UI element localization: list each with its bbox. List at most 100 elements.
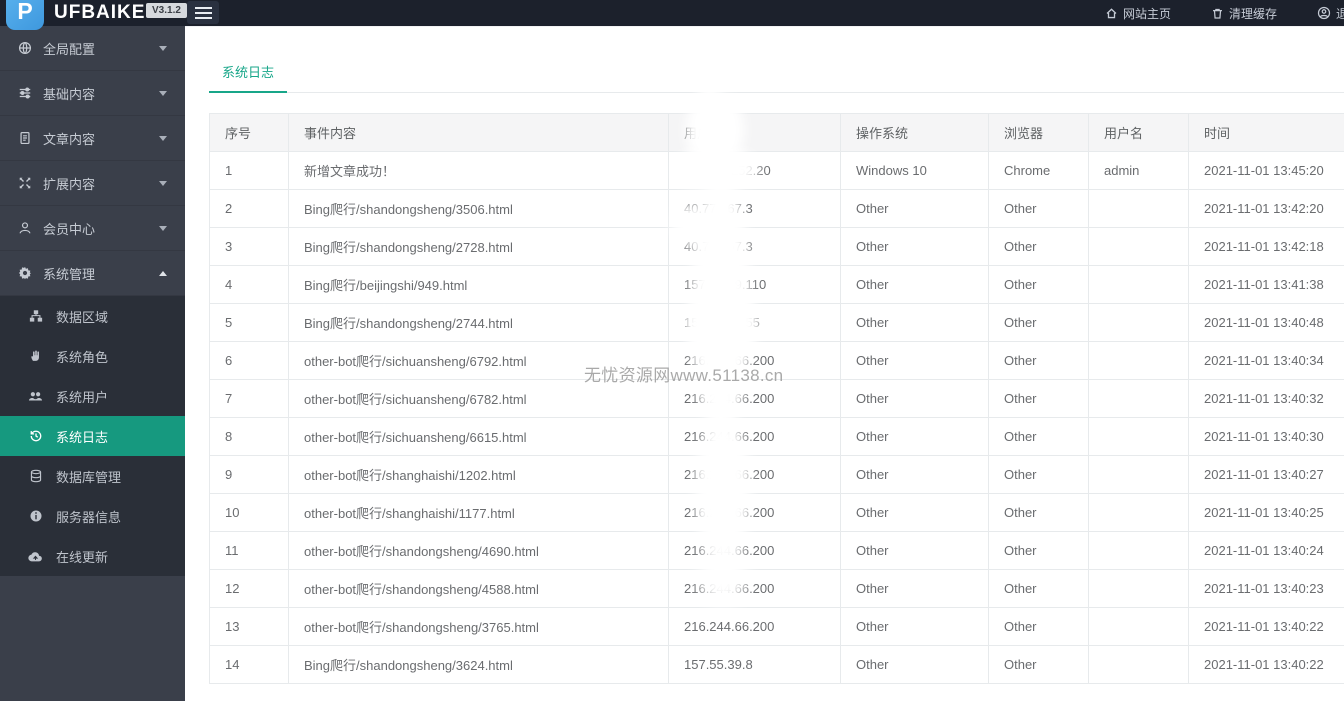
column-header-os: 操作系统 bbox=[840, 113, 989, 152]
cell-ip: 216.244.66.200 bbox=[668, 341, 841, 380]
topbar-link-logout[interactable]: 退出 bbox=[1317, 5, 1344, 22]
cell-index: 10 bbox=[209, 493, 289, 532]
cell-time: 2021-11-01 13:41:38 bbox=[1188, 265, 1344, 304]
sidebar-item-label: 数据区域 bbox=[56, 309, 109, 325]
cell-index: 7 bbox=[209, 379, 289, 418]
sidebar-item-online-update[interactable]: 在线更新 bbox=[0, 536, 185, 576]
hand-icon bbox=[28, 349, 43, 363]
table-row: 1 新增文章成功！ 252.20 Windows 10 Chrome admin 2021… bbox=[209, 151, 1344, 190]
cell-time: 2021-11-01 13:40:27 bbox=[1188, 455, 1344, 494]
cell-time: 2021-11-01 13:40:34 bbox=[1188, 341, 1344, 380]
trash-icon bbox=[1211, 7, 1224, 20]
cell-index: 3 bbox=[209, 227, 289, 266]
sidebar-item-label: 系统管理 bbox=[43, 266, 96, 282]
cell-event: Bing爬行/shandongsheng/2728.html bbox=[288, 227, 669, 266]
cell-browser: Other bbox=[988, 607, 1089, 646]
sidebar-item-system-role[interactable]: 系统角色 bbox=[0, 336, 185, 376]
sidebar-item-global-config[interactable]: 全局配置 bbox=[0, 26, 185, 71]
chevron-down-icon bbox=[159, 45, 167, 51]
sidebar-item-data-region[interactable]: 数据区域 bbox=[0, 296, 185, 336]
cell-ip: 216.244.66.200 bbox=[668, 569, 841, 608]
cell-username bbox=[1088, 189, 1189, 228]
sidebar-item-extended-content[interactable]: 扩展内容 bbox=[0, 161, 185, 206]
cell-time: 2021-11-01 13:42:18 bbox=[1188, 227, 1344, 266]
user-circle-icon bbox=[1317, 6, 1331, 20]
cell-index: 8 bbox=[209, 417, 289, 456]
cell-os: Other bbox=[840, 531, 989, 570]
table-header: 序号 事件内容 用户IP 操作系统 浏览器 用户名 时间 bbox=[209, 113, 1344, 152]
table-row: 9 other-bot爬行/shanghaishi/1202.html 216.24… bbox=[209, 455, 1344, 494]
sidebar-item-label: 系统日志 bbox=[56, 429, 109, 445]
sidebar-item-label: 会员中心 bbox=[43, 221, 96, 237]
cell-os: Other bbox=[840, 569, 989, 608]
cell-index: 9 bbox=[209, 455, 289, 494]
info-icon bbox=[28, 509, 43, 523]
history-icon bbox=[28, 429, 43, 443]
column-header-time: 时间 bbox=[1188, 113, 1344, 152]
cell-os: Windows 10 bbox=[840, 151, 989, 190]
cell-username bbox=[1088, 303, 1189, 342]
table-row: 3 Bing爬行/shandongsheng/2728.html 40.77.167… bbox=[209, 227, 1344, 266]
menu-toggle-button[interactable] bbox=[187, 1, 219, 24]
sidebar-item-label: 基础内容 bbox=[43, 86, 96, 102]
user-icon bbox=[17, 221, 32, 235]
sidebar-item-label: 服务器信息 bbox=[56, 509, 122, 525]
hamburger-icon bbox=[194, 6, 212, 9]
sidebar-item-label: 数据库管理 bbox=[56, 469, 122, 485]
cell-os: Other bbox=[840, 379, 989, 418]
chevron-down-icon bbox=[159, 180, 167, 186]
column-header-ip: 用户IP bbox=[668, 113, 841, 152]
sidebar-item-member-center[interactable]: 会员中心 bbox=[0, 206, 185, 251]
cell-event: Bing爬行/shandongsheng/3624.html bbox=[288, 645, 669, 684]
chevron-down-icon bbox=[159, 135, 167, 141]
cell-ip: 252.20 bbox=[668, 151, 841, 190]
sidebar-item-basic-content[interactable]: 基础内容 bbox=[0, 71, 185, 116]
sidebar-item-label: 全局配置 bbox=[43, 41, 96, 57]
table-row: 4 Bing爬行/beijingshi/949.html 157.55.39.110… bbox=[209, 265, 1344, 304]
topbar-link-clear-cache[interactable]: 清理缓存 bbox=[1211, 5, 1277, 22]
cell-username bbox=[1088, 645, 1189, 684]
column-header-browser: 浏览器 bbox=[988, 113, 1089, 152]
cell-browser: Other bbox=[988, 645, 1089, 684]
cell-username bbox=[1088, 607, 1189, 646]
cell-time: 2021-11-01 13:42:20 bbox=[1188, 189, 1344, 228]
tab-system-log[interactable]: 系统日志 bbox=[209, 53, 288, 93]
sidebar-item-database-management[interactable]: 数据库管理 bbox=[0, 456, 185, 496]
sidebar-item-system-log[interactable]: 系统日志 bbox=[0, 416, 185, 456]
cell-ip: 157.55.39.55 bbox=[668, 303, 841, 342]
table-row: 13 other-bot爬行/shandongsheng/3765.html 216… bbox=[209, 607, 1344, 646]
topbar-link-site-home[interactable]: 网站主页 bbox=[1105, 5, 1171, 22]
cell-username bbox=[1088, 531, 1189, 570]
cell-username bbox=[1088, 455, 1189, 494]
cell-browser: Chrome bbox=[988, 151, 1089, 190]
sidebar: 全局配置 基础内容 文章内容 扩展内容 会员中心 系统管理 数据区域 系统角色 … bbox=[0, 26, 185, 701]
sidebar-item-article-content[interactable]: 文章内容 bbox=[0, 116, 185, 161]
cell-browser: Other bbox=[988, 303, 1089, 342]
gear-icon bbox=[17, 266, 32, 280]
cell-os: Other bbox=[840, 645, 989, 684]
main-content: 系统日志 序号 事件内容 用户IP 操作系统 浏览器 用户名 时间 1 新增文章成功！ 252… bbox=[185, 26, 1344, 701]
cell-index: 2 bbox=[209, 189, 289, 228]
version-badge: V3.1.2 bbox=[146, 3, 187, 18]
cell-ip: 157.55.39.110 bbox=[668, 265, 841, 304]
system-management-submenu: 数据区域 系统角色 系统用户 系统日志 数据库管理 服务器信息 在线更新 bbox=[0, 296, 185, 576]
table-row: 10 other-bot爬行/shanghaishi/1177.html 216.2… bbox=[209, 493, 1344, 532]
sidebar-item-server-info[interactable]: 服务器信息 bbox=[0, 496, 185, 536]
column-header-event: 事件内容 bbox=[288, 113, 669, 152]
sitemap-icon bbox=[28, 309, 43, 323]
cell-username bbox=[1088, 379, 1189, 418]
cell-event: 新增文章成功！ bbox=[288, 151, 669, 190]
cell-browser: Other bbox=[988, 265, 1089, 304]
log-table: 序号 事件内容 用户IP 操作系统 浏览器 用户名 时间 1 新增文章成功！ 252.20 Wi… bbox=[209, 113, 1344, 684]
sidebar-item-system-user[interactable]: 系统用户 bbox=[0, 376, 185, 416]
cell-username bbox=[1088, 569, 1189, 608]
sidebar-item-label: 文章内容 bbox=[43, 131, 96, 147]
sidebar-item-system-management[interactable]: 系统管理 bbox=[0, 251, 185, 296]
cell-browser: Other bbox=[988, 569, 1089, 608]
cell-browser: Other bbox=[988, 341, 1089, 380]
app-logo-icon[interactable]: P bbox=[6, 0, 44, 30]
chevron-up-icon bbox=[159, 270, 167, 276]
cell-browser: Other bbox=[988, 493, 1089, 532]
cell-ip: 216.244.66.200 bbox=[668, 417, 841, 456]
table-row: 14 Bing爬行/shandongsheng/3624.html 157.55.3… bbox=[209, 645, 1344, 684]
